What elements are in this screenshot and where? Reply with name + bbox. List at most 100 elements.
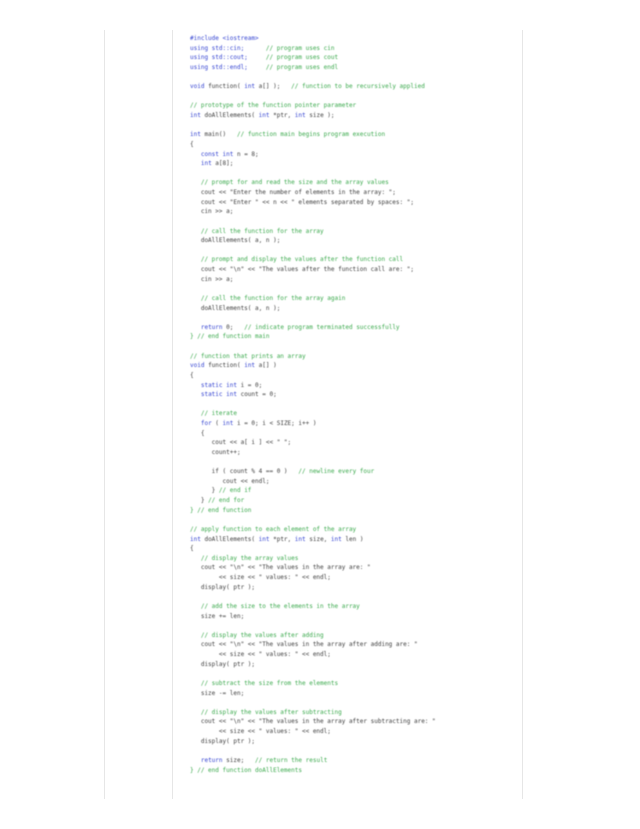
code-token: size; bbox=[222, 756, 245, 764]
left-page-margin-line bbox=[104, 30, 105, 799]
code-token: // program uses cout bbox=[247, 54, 339, 62]
code-token: len ) bbox=[341, 535, 364, 543]
code-token: size, bbox=[305, 535, 331, 543]
code-token: cout << "\n" << "The values after the fu… bbox=[190, 266, 414, 273]
code-token: // end for bbox=[204, 497, 245, 504]
code-token: } bbox=[190, 487, 216, 495]
code-line: cin >> a; bbox=[190, 275, 520, 285]
code-token: int bbox=[258, 112, 270, 119]
code-line: cout << "Enter the number of elements in… bbox=[190, 188, 520, 198]
code-token: using std::cin; bbox=[190, 44, 245, 52]
code-line: } // end if bbox=[190, 486, 520, 496]
code-token: const int bbox=[200, 150, 234, 158]
code-token: return bbox=[200, 323, 223, 331]
code-token: // display the values after adding bbox=[190, 631, 324, 639]
code-token: static int bbox=[200, 391, 237, 399]
code-token: // newline every four bbox=[287, 468, 375, 476]
code-line: // iterate bbox=[190, 409, 520, 419]
code-token: a[] ) bbox=[255, 362, 277, 370]
code-token: size ); bbox=[305, 112, 335, 119]
code-token: // iterate bbox=[190, 410, 237, 418]
code-token: // prompt and display the values after t… bbox=[190, 256, 404, 264]
code-line: void function( int a[] ); // function to… bbox=[190, 82, 520, 92]
code-line: for ( int i = 0; i < SIZE; i++ ) bbox=[190, 419, 520, 429]
code-token: cin >> a; bbox=[190, 208, 234, 216]
code-token: void bbox=[190, 83, 205, 91]
code-line: cout << endl; bbox=[190, 477, 520, 487]
code-token: // apply function to each element of the… bbox=[190, 525, 357, 533]
code-token: { bbox=[190, 140, 194, 148]
code-token: using std::cout; bbox=[190, 54, 248, 62]
code-line: } // end for bbox=[190, 496, 520, 506]
code-line: cout << "\n" << "The values in the array… bbox=[190, 563, 520, 573]
code-line: // prompt and display the values after t… bbox=[190, 255, 520, 265]
code-token: size += len; bbox=[190, 612, 245, 620]
code-token: << size << " values: " << endl; bbox=[190, 728, 331, 735]
code-line: // display the values after adding bbox=[190, 631, 520, 641]
code-token: display( ptr ); bbox=[190, 737, 256, 745]
code-token: static int bbox=[200, 381, 237, 389]
code-line: << size << " values: " << endl; bbox=[190, 727, 520, 737]
code-token: << size << " values: " << endl; bbox=[190, 651, 331, 658]
code-token: void bbox=[190, 362, 205, 370]
code-line: } // end function bbox=[190, 506, 520, 516]
code-token: a[8]; bbox=[211, 160, 234, 168]
code-line: doAllElements( a, n ); bbox=[190, 304, 520, 314]
code-token: doAllElements( a, n ); bbox=[190, 237, 281, 245]
code-token: size -= len; bbox=[190, 689, 245, 697]
code-token: #include <iostream> bbox=[190, 35, 259, 42]
code-token: cin >> a; bbox=[190, 275, 234, 283]
code-line: // prototype of the function pointer par… bbox=[190, 101, 520, 111]
code-token: // call the function for the array again bbox=[190, 294, 346, 302]
code-line: return 0; // indicate program terminated… bbox=[190, 323, 520, 333]
code-line: // subtract the size from the elements bbox=[190, 679, 520, 689]
code-line: display( ptr ); bbox=[190, 583, 520, 593]
code-token: display( ptr ); bbox=[190, 583, 256, 591]
code-token: int bbox=[222, 420, 234, 427]
code-token: function( bbox=[204, 362, 245, 370]
code-line: if ( count % 4 == 0 ) // newline every f… bbox=[190, 467, 520, 477]
code-token: << size << " values: " << endl; bbox=[190, 574, 331, 581]
code-token: *ptr, bbox=[269, 535, 295, 543]
code-token: cout << "\n" << "The values in the array… bbox=[190, 564, 371, 572]
code-token: n = 8; bbox=[233, 150, 259, 158]
code-token: count = 0; bbox=[236, 391, 277, 399]
code-token: count++; bbox=[190, 448, 241, 456]
code-token: int bbox=[244, 83, 256, 91]
code-token: function( bbox=[204, 83, 245, 91]
code-line: << size << " values: " << endl; bbox=[190, 573, 520, 583]
code-token: *ptr, bbox=[269, 112, 295, 119]
code-line: const int n = 8; bbox=[190, 150, 520, 160]
code-line: int doAllElements( int *ptr, int size, i… bbox=[190, 535, 520, 545]
code-token: int bbox=[294, 535, 306, 543]
code-line: { bbox=[190, 371, 520, 381]
code-token: using std::endl; bbox=[190, 63, 248, 71]
code-token: int bbox=[190, 535, 201, 543]
code-line: cout << "Enter " << n << " elements sepa… bbox=[190, 198, 520, 208]
code-line: doAllElements( a, n ); bbox=[190, 236, 520, 246]
code-line: // add the size to the elements in the a… bbox=[190, 602, 520, 612]
code-token: // display the values after subtracting bbox=[190, 708, 342, 716]
code-line: int doAllElements( int *ptr, int size ); bbox=[190, 111, 520, 121]
code-line: { bbox=[190, 140, 520, 150]
code-line: // display the values after subtracting bbox=[190, 708, 520, 718]
code-token: doAllElements( bbox=[200, 112, 259, 119]
code-line: // display the array values bbox=[190, 554, 520, 564]
code-token: // subtract the size from the elements bbox=[190, 679, 339, 687]
code-line: using std::cin; // program uses cin bbox=[190, 44, 520, 54]
code-line: int a[8]; bbox=[190, 159, 520, 169]
code-token: cout << "\n" << "The values in the array… bbox=[190, 641, 418, 649]
code-token: int bbox=[190, 131, 201, 139]
